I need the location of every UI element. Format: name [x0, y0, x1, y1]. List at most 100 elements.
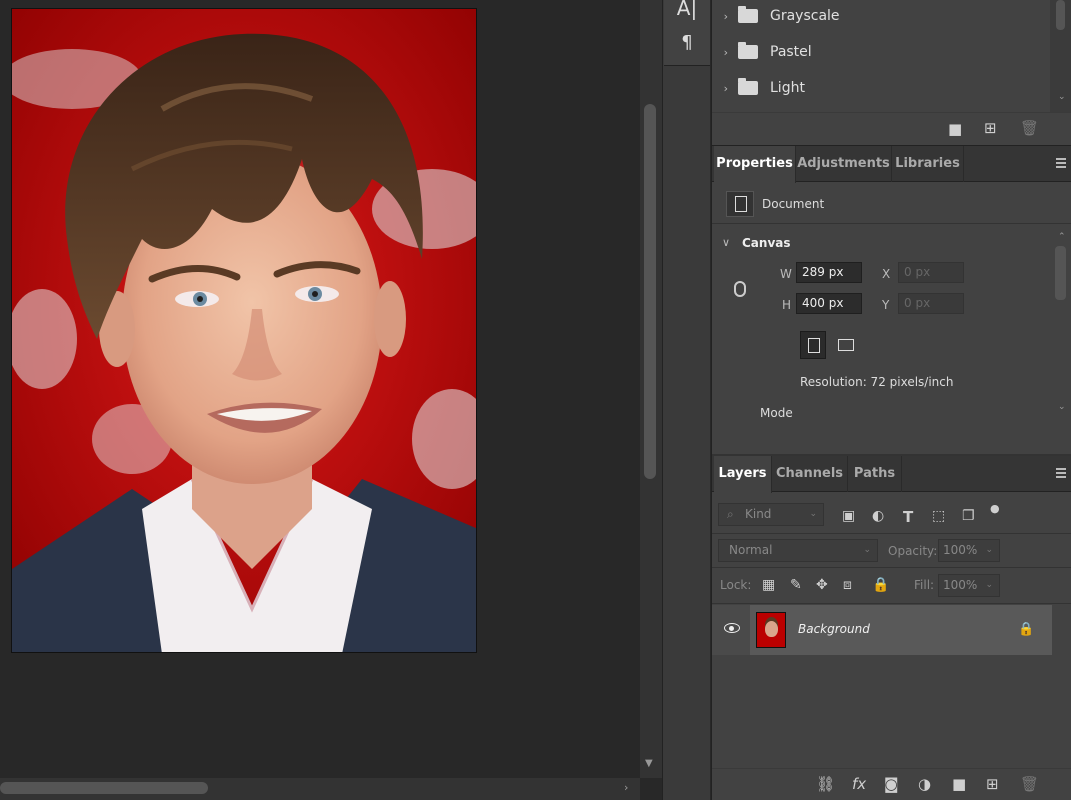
layer-row-background[interactable]: Background 🔒 — [712, 605, 1052, 655]
blend-row: Normal ⌄ Opacity: 100% ⌄ — [712, 534, 1071, 568]
tab-channels[interactable]: Channels — [772, 456, 848, 492]
document-canvas[interactable] — [0, 0, 640, 778]
swatch-group-grayscale[interactable]: › Grayscale — [712, 0, 1048, 34]
lock-label: Lock: — [720, 578, 752, 592]
properties-scrollbar[interactable]: ⌃ ⌄ — [1050, 232, 1071, 422]
tab-paths[interactable]: Paths — [848, 456, 902, 492]
lock-all-icon[interactable]: 🔒 — [872, 577, 889, 593]
lock-position-icon[interactable]: ✥ — [816, 577, 828, 593]
layers-tabbar: Layers Channels Paths — [712, 456, 1071, 493]
blend-mode-value: Normal — [729, 543, 773, 557]
x-field[interactable]: 0 px — [898, 262, 964, 283]
layer-mask-icon[interactable]: ◙ — [884, 775, 899, 793]
chevron-right-icon[interactable]: › — [712, 10, 734, 23]
link-layers-icon[interactable]: ⛓ — [816, 775, 835, 793]
document-icon — [726, 191, 754, 217]
canvas-section-title: Canvas — [742, 236, 791, 250]
lock-transparent-pixels-icon[interactable]: ▦ — [762, 577, 775, 593]
panel-menu-icon[interactable] — [1056, 158, 1066, 168]
eye-visibility-icon[interactable] — [724, 623, 740, 633]
chevron-down-icon: ⌄ — [863, 545, 871, 555]
scroll-right-arrow-icon[interactable]: › — [624, 781, 628, 794]
chevron-down-icon[interactable]: ⌄ — [1058, 92, 1066, 102]
folder-icon — [738, 6, 758, 23]
portrait-orientation-button[interactable] — [800, 331, 826, 359]
type-layer-filter-icon[interactable]: T — [903, 508, 913, 526]
swatch-group-label: Grayscale — [770, 8, 840, 24]
chevron-down-icon: ⌄ — [985, 545, 993, 555]
delete-trash-icon[interactable]: 🗑 — [1020, 119, 1039, 137]
x-label: X — [882, 267, 891, 281]
character-panel-icon[interactable]: A| — [664, 0, 710, 20]
height-label: H — [782, 298, 792, 312]
link-dimensions-icon[interactable] — [734, 281, 746, 297]
layer-name[interactable]: Background — [798, 622, 870, 636]
blend-mode-dropdown[interactable]: Normal ⌄ — [718, 539, 878, 562]
pixel-layer-filter-icon[interactable]: ▣ — [842, 508, 855, 524]
swatches-scrollbar[interactable]: ⌄ — [1050, 0, 1071, 112]
filter-kind-dropdown[interactable]: ⌕ Kind ⌄ — [718, 503, 824, 526]
layer-thumbnail[interactable] — [756, 612, 786, 648]
canvas-vertical-scroll-thumb[interactable] — [644, 104, 656, 479]
tab-adjustments[interactable]: Adjustments — [796, 146, 892, 182]
collapsed-panel-strip: A| ¶ — [664, 0, 710, 66]
new-group-folder-icon[interactable]: ■ — [948, 120, 962, 138]
layers-footer: ⛓ fx ◙ ◑ ■ ⊞ 🗑 — [712, 768, 1071, 800]
swatch-group-pastel[interactable]: › Pastel — [712, 34, 1048, 70]
fx-icon[interactable]: fx — [852, 775, 866, 793]
canvas-vertical-scrollbar[interactable]: ▼ — [640, 0, 662, 778]
collapsed-panel-dock: A| ¶ — [662, 0, 710, 800]
y-field[interactable]: 0 px — [898, 293, 964, 314]
smart-object-filter-icon[interactable]: ❐ — [962, 508, 975, 524]
chevron-up-icon[interactable]: ⌃ — [1058, 232, 1066, 242]
canvas-horizontal-scrollbar[interactable]: › — [0, 778, 640, 800]
new-layer-icon[interactable]: ⊞ — [986, 775, 999, 793]
right-panels: › Grayscale › Pastel › Light ⌄ ■ ⊞ 🗑 Pro… — [711, 0, 1071, 800]
swatches-scroll-thumb[interactable] — [1056, 0, 1065, 30]
properties-document-row: Document — [712, 184, 1071, 224]
fill-field[interactable]: 100% ⌄ — [938, 574, 1000, 597]
portrait-photo — [12, 9, 476, 652]
adjustment-layer-filter-icon[interactable]: ◐ — [872, 508, 884, 524]
new-swatch-icon[interactable]: ⊞ — [984, 119, 997, 137]
opacity-value: 100% — [943, 543, 978, 557]
canvas-horizontal-scroll-thumb[interactable] — [0, 782, 208, 794]
document-image[interactable] — [11, 8, 477, 653]
chevron-down-icon[interactable]: ∨ — [722, 236, 730, 249]
properties-tabbar: Properties Adjustments Libraries — [712, 146, 1071, 183]
shape-layer-filter-icon[interactable]: ⬚ — [932, 508, 945, 524]
width-field[interactable]: 289 px — [796, 262, 862, 283]
opacity-label: Opacity: — [888, 544, 938, 558]
properties-scroll-thumb[interactable] — [1055, 246, 1066, 300]
new-adjustment-layer-icon[interactable]: ◑ — [918, 775, 931, 793]
search-icon: ⌕ — [727, 507, 734, 521]
layer-lock-icon[interactable]: 🔒 — [1018, 622, 1034, 637]
landscape-orientation-button[interactable] — [833, 331, 859, 359]
scroll-down-arrow-icon[interactable]: ▼ — [645, 758, 653, 769]
swatch-group-label: Light — [770, 80, 805, 96]
chevron-right-icon[interactable]: › — [712, 46, 734, 59]
height-field[interactable]: 400 px — [796, 293, 862, 314]
new-group-folder-icon[interactable]: ■ — [952, 775, 966, 793]
chevron-right-icon[interactable]: › — [712, 82, 734, 95]
filter-toggle-icon[interactable]: ● — [990, 502, 1000, 515]
delete-layer-trash-icon[interactable]: 🗑 — [1020, 775, 1039, 793]
fill-value: 100% — [943, 578, 978, 592]
paragraph-panel-icon[interactable]: ¶ — [664, 32, 710, 53]
resolution-text: Resolution: 72 pixels/inch — [800, 375, 954, 389]
swatches-footer: ■ ⊞ 🗑 — [712, 112, 1071, 146]
swatch-group-light[interactable]: › Light — [712, 70, 1048, 106]
visibility-column[interactable] — [712, 605, 750, 655]
opacity-field[interactable]: 100% ⌄ — [938, 539, 1000, 562]
lock-artboard-icon[interactable]: ⧈ — [843, 577, 852, 593]
swatch-group-label: Pastel — [770, 44, 812, 60]
lock-image-pixels-icon[interactable]: ✎ — [790, 577, 802, 593]
tab-properties[interactable]: Properties — [714, 146, 796, 183]
chevron-down-icon: ⌄ — [985, 580, 993, 590]
panel-menu-icon[interactable] — [1056, 468, 1066, 478]
tab-layers[interactable]: Layers — [714, 456, 772, 493]
chevron-down-icon[interactable]: ⌄ — [1058, 402, 1066, 412]
tab-libraries[interactable]: Libraries — [892, 146, 964, 182]
width-label: W — [780, 267, 792, 281]
lock-row: Lock: ▦ ✎ ✥ ⧈ 🔒 Fill: 100% ⌄ — [712, 568, 1071, 604]
